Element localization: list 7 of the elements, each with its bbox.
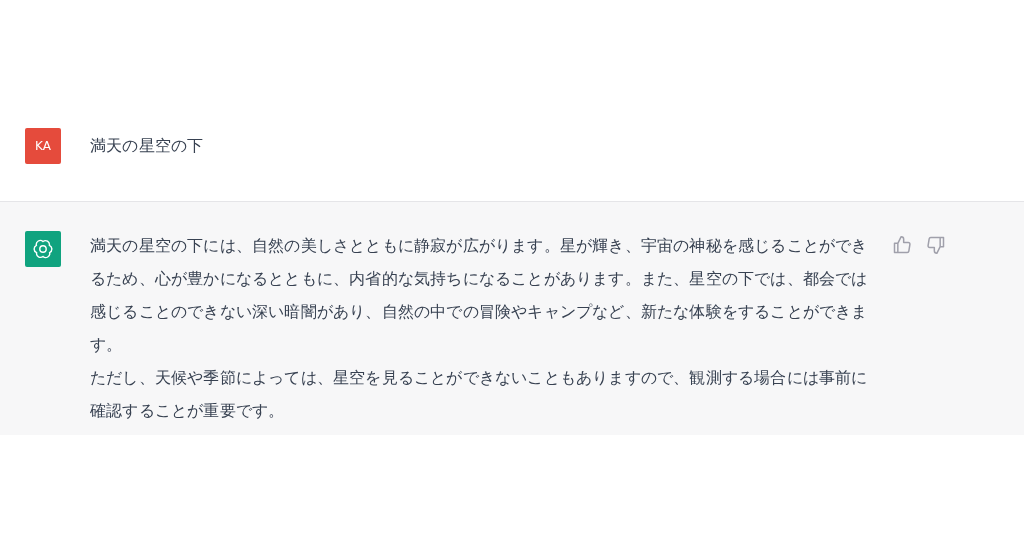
assistant-avatar <box>25 231 61 267</box>
user-avatar: KA <box>25 128 61 164</box>
user-message: 満天の星空の下 <box>90 136 204 156</box>
assistant-message: 満天の星空の下には、自然の美しさとともに静寂が広がります。星が輝き、宇宙の神秘を感じることができるため、心が豊かになるとともに、内省的な気持ちになることがあります。また、星空の下では、都会では感じることのできない深い暗闇があり、自然の中での冒険やキャンプなど、新たな体験をすることができます。 <box>90 235 869 356</box>
thumbs-down-icon[interactable] <box>926 235 946 255</box>
assistant-message: ただし、天候や季節によっては、星空を見ることができないこともありますので、観測する場合には事前に確認することが重要です。 <box>90 367 869 422</box>
thumbs-up-icon[interactable] <box>892 235 912 255</box>
